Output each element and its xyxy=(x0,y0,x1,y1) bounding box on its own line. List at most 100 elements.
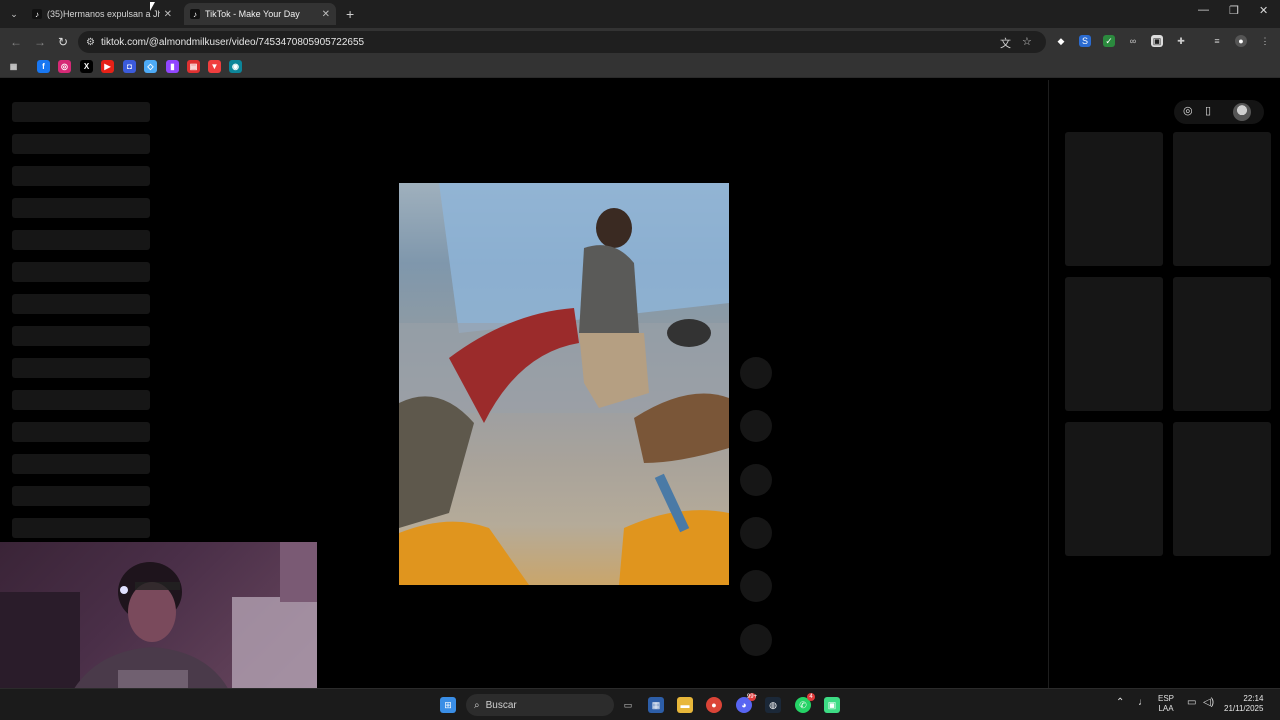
file-explorer-icon[interactable]: ▬ xyxy=(677,697,693,713)
video-card-skeleton[interactable] xyxy=(1173,422,1271,556)
skeleton-item xyxy=(12,166,150,186)
video-card-skeleton[interactable] xyxy=(1065,277,1163,411)
action-button-skeleton[interactable] xyxy=(740,570,772,602)
skeleton-item xyxy=(12,390,150,410)
site-info-icon[interactable]: ⚙ xyxy=(86,37,95,48)
android-app-icon[interactable]: ▣ xyxy=(824,697,840,713)
taskbar-search[interactable]: ⌕ Buscar xyxy=(466,694,614,716)
keyboard-layout: LAA xyxy=(1158,704,1174,713)
user-avatar[interactable] xyxy=(1233,103,1251,121)
facebook-icon[interactable]: f xyxy=(37,60,50,73)
reading-list-icon[interactable]: ≡ xyxy=(1211,35,1223,47)
youtube-icon[interactable]: ▶ xyxy=(101,60,114,73)
skeleton-item xyxy=(12,518,150,538)
tab-title: TikTok - Make Your Day xyxy=(205,9,300,19)
chrome-icon[interactable]: ● xyxy=(706,697,722,713)
extension-blue-icon[interactable]: S xyxy=(1079,35,1091,47)
skeleton-item xyxy=(12,294,150,314)
bookmark-blue-icon[interactable]: ◘ xyxy=(123,60,136,73)
menu-kebab-icon[interactable]: ⋮ xyxy=(1259,35,1271,47)
microphone-icon[interactable]: ♩ xyxy=(1138,698,1148,708)
url-text: tiktok.com/@almondmilkuser/video/7453470… xyxy=(100,36,365,48)
tab-strip: ⌄ ♪ (35)Hermanos expulsan a Jho... ✕ ♪ T… xyxy=(0,0,1280,28)
video-card-skeleton[interactable] xyxy=(1065,422,1163,556)
mouse-cursor-icon xyxy=(150,2,155,11)
bookmark-red-icon[interactable]: ▤ xyxy=(187,60,200,73)
discord-badge: 99+ xyxy=(746,693,758,701)
extension-shield-icon[interactable]: ✓ xyxy=(1103,35,1115,47)
maximize-icon[interactable]: ❐ xyxy=(1229,4,1239,17)
skeleton-item xyxy=(12,134,150,154)
bookmark-teal-icon[interactable]: ◉ xyxy=(229,60,242,73)
whatsapp-icon[interactable]: ✆ 4 xyxy=(795,693,815,713)
close-window-icon[interactable]: ✕ xyxy=(1259,4,1268,17)
discord-icon[interactable]: ◕ 99+ xyxy=(736,693,757,713)
tab-tiktok[interactable]: ♪ TikTok - Make Your Day ✕ xyxy=(184,3,336,25)
skeleton-item xyxy=(12,102,150,122)
new-tab-icon[interactable]: + xyxy=(346,6,354,22)
apps-grid-icon[interactable]: ▦ xyxy=(7,60,20,73)
skeleton-item xyxy=(12,422,150,442)
whatsapp-badge: 4 xyxy=(807,693,815,701)
store-icon[interactable]: ▦ xyxy=(648,697,664,713)
bookmark-star-icon[interactable]: ☆ xyxy=(1022,35,1032,48)
volume-icon[interactable]: ◁) xyxy=(1203,698,1214,708)
compass-icon[interactable]: ◎ xyxy=(1183,104,1193,117)
windows-taskbar: ⊞ ⌕ Buscar ▭ ▦ ▬ ● ◕ 99+ ◍ ✆ 4 ▣ ⌃ ♩ ESP L… xyxy=(0,688,1280,720)
video-card-skeleton[interactable] xyxy=(1173,132,1271,266)
video-player[interactable] xyxy=(399,183,729,585)
extension-square-icon[interactable]: ▣ xyxy=(1151,35,1163,47)
tab-youtube[interactable]: ♪ (35)Hermanos expulsan a Jho... ✕ xyxy=(26,3,178,25)
profile-avatar-icon[interactable]: ● xyxy=(1235,35,1247,47)
bookmark-pocket-icon[interactable]: ▼ xyxy=(208,60,221,73)
action-button-skeleton[interactable] xyxy=(740,410,772,442)
language-indicator[interactable]: ESP LAA xyxy=(1158,694,1174,714)
clock-time: 22:14 xyxy=(1243,694,1264,703)
bookmarks-bar: ▦ f ◎ X ▶ ◘ ◇ ▮ ▤ ▼ ◉ xyxy=(0,56,1280,78)
task-view-icon[interactable]: ▭ xyxy=(620,697,636,713)
close-tab-icon[interactable]: ✕ xyxy=(164,9,172,20)
tiktok-icon: ♪ xyxy=(190,9,200,19)
clock-date: 21/11/2025 xyxy=(1224,704,1264,713)
close-tab-icon[interactable]: ✕ xyxy=(322,9,330,20)
translate-icon[interactable]: 文 xyxy=(1000,35,1011,51)
tab-title: (35)Hermanos expulsan a Jho... xyxy=(47,9,160,19)
skeleton-item xyxy=(12,454,150,474)
reload-icon[interactable]: ↻ xyxy=(58,35,68,49)
video-card-skeleton[interactable] xyxy=(1173,277,1271,411)
network-icon[interactable]: ▭ xyxy=(1187,698,1196,708)
search-icon: ⌕ xyxy=(474,699,480,711)
back-icon[interactable]: ← xyxy=(10,35,22,49)
tab-search-icon[interactable]: ⌄ xyxy=(6,6,22,22)
action-button-skeleton[interactable] xyxy=(740,357,772,389)
bookmark-lightblue-icon[interactable]: ◇ xyxy=(144,60,157,73)
windows-start-icon[interactable]: ⊞ xyxy=(440,697,456,713)
instagram-icon[interactable]: ◎ xyxy=(58,60,71,73)
tiktok-icon: ♪ xyxy=(32,9,42,19)
extension-diamond-icon[interactable]: ◆ xyxy=(1055,35,1067,47)
action-button-skeleton[interactable] xyxy=(740,464,772,496)
extensions-puzzle-icon[interactable]: ✚ xyxy=(1175,35,1187,47)
video-card-skeleton[interactable] xyxy=(1065,132,1163,266)
address-bar[interactable]: ⚙ tiktok.com/@almondmilkuser/video/74534… xyxy=(78,31,1046,53)
x-icon[interactable]: X xyxy=(80,60,93,73)
action-button-skeleton[interactable] xyxy=(740,517,772,549)
system-clock[interactable]: 22:14 21/11/2025 xyxy=(1224,694,1263,714)
extension-glasses-icon[interactable]: ∞ xyxy=(1127,35,1139,47)
search-label: Buscar xyxy=(485,699,517,711)
skeleton-item xyxy=(12,262,150,282)
twitch-icon[interactable]: ▮ xyxy=(166,60,179,73)
skeleton-item xyxy=(12,486,150,506)
skeleton-item xyxy=(12,198,150,218)
tray-overflow-icon[interactable]: ⌃ xyxy=(1116,698,1124,708)
forward-icon[interactable]: → xyxy=(34,35,46,49)
video-frame xyxy=(399,183,729,585)
action-button-skeleton[interactable] xyxy=(740,624,772,656)
skeleton-item xyxy=(12,326,150,346)
minimize-icon[interactable]: — xyxy=(1198,4,1209,16)
phone-icon[interactable]: ▯ xyxy=(1205,104,1211,117)
skeleton-item xyxy=(12,230,150,250)
language-code: ESP xyxy=(1158,694,1175,703)
browser-toolbar: ← → ↻ ⚙ tiktok.com/@almondmilkuser/video… xyxy=(0,28,1280,56)
steam-icon[interactable]: ◍ xyxy=(765,697,781,713)
